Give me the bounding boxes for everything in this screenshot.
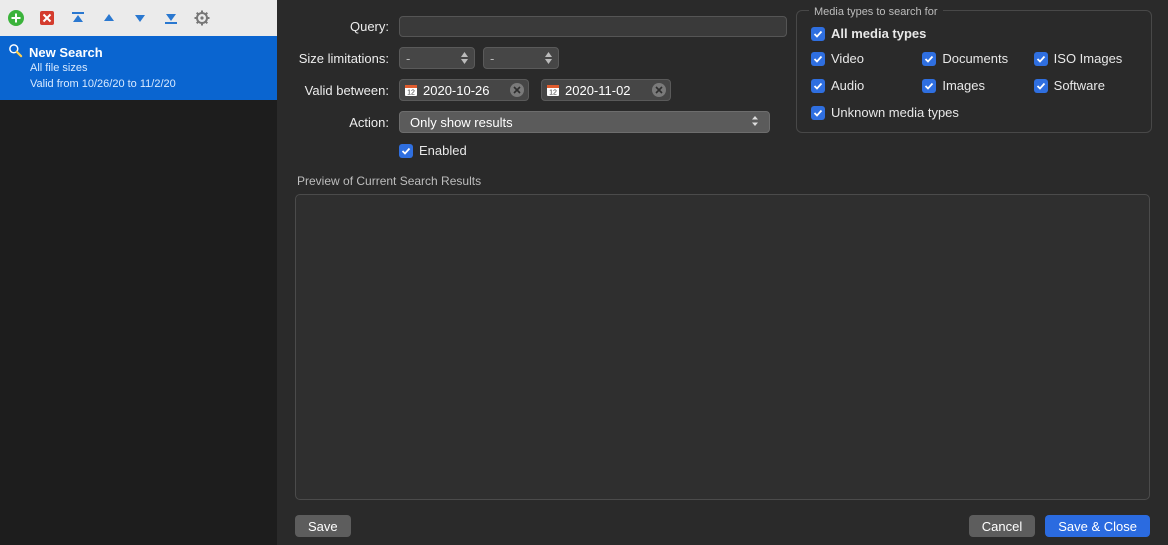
move-bottom-icon[interactable]: [161, 8, 181, 28]
footer: Save Cancel Save & Close: [277, 515, 1168, 537]
media-types-legend: Media types to search for: [809, 6, 943, 18]
svg-text:12: 12: [549, 90, 557, 97]
svg-text:12: 12: [407, 90, 415, 97]
sidebar-toolbar: [0, 0, 277, 36]
software-label: Software: [1054, 78, 1105, 93]
search-item-sub2: Valid from 10/26/20 to 11/2/20: [30, 77, 267, 93]
search-list-item[interactable]: New Search All file sizes Valid from 10/…: [0, 36, 277, 100]
media-types-box: Media types to search for All media type…: [796, 10, 1152, 133]
all-media-checkbox[interactable]: [811, 27, 825, 41]
all-media-label: All media types: [831, 26, 926, 41]
valid-between-label: Valid between:: [295, 83, 399, 98]
audio-label: Audio: [831, 78, 864, 93]
calendar-icon: 12: [404, 83, 418, 97]
sidebar: New Search All file sizes Valid from 10/…: [0, 0, 277, 545]
main-panel: Query: Size limitations: - - Valid betw: [277, 0, 1168, 545]
add-icon[interactable]: [6, 8, 26, 28]
search-item-sub1: All file sizes: [30, 61, 267, 77]
iso-label: ISO Images: [1054, 51, 1123, 66]
images-label: Images: [942, 78, 985, 93]
images-checkbox[interactable]: [922, 79, 936, 93]
action-selected-value: Only show results: [410, 115, 749, 130]
size-label: Size limitations:: [295, 51, 399, 66]
iso-checkbox[interactable]: [1034, 52, 1048, 66]
clear-date-icon[interactable]: [510, 83, 524, 97]
enabled-checkbox[interactable]: [399, 144, 413, 158]
date-from-value: 2020-10-26: [423, 83, 505, 98]
preview-area: [295, 194, 1150, 500]
move-up-icon[interactable]: [99, 8, 119, 28]
date-to-value: 2020-11-02: [565, 83, 647, 98]
gear-icon[interactable]: [192, 8, 212, 28]
save-close-button[interactable]: Save & Close: [1045, 515, 1150, 537]
save-button[interactable]: Save: [295, 515, 351, 537]
documents-label: Documents: [942, 51, 1008, 66]
cancel-button[interactable]: Cancel: [969, 515, 1035, 537]
size-min-stepper[interactable]: -: [399, 47, 475, 69]
audio-checkbox[interactable]: [811, 79, 825, 93]
magnifier-icon: [8, 43, 23, 61]
stepper-arrows-icon[interactable]: [460, 49, 474, 67]
unknown-label: Unknown media types: [831, 105, 959, 120]
size-max-stepper[interactable]: -: [483, 47, 559, 69]
video-checkbox[interactable]: [811, 52, 825, 66]
move-down-icon[interactable]: [130, 8, 150, 28]
enabled-label: Enabled: [419, 143, 467, 158]
documents-checkbox[interactable]: [922, 52, 936, 66]
clear-date-icon[interactable]: [652, 83, 666, 97]
search-item-title: New Search: [29, 45, 103, 60]
delete-icon[interactable]: [37, 8, 57, 28]
query-input[interactable]: [399, 16, 787, 37]
unknown-checkbox[interactable]: [811, 106, 825, 120]
date-to-field[interactable]: 12 2020-11-02: [541, 79, 671, 101]
action-select[interactable]: Only show results: [399, 111, 770, 133]
preview-label: Preview of Current Search Results: [297, 174, 1150, 188]
move-top-icon[interactable]: [68, 8, 88, 28]
calendar-icon: 12: [546, 83, 560, 97]
video-label: Video: [831, 51, 864, 66]
updown-chevron-icon: [749, 113, 763, 132]
query-label: Query:: [295, 19, 399, 34]
action-label: Action:: [295, 115, 399, 130]
software-checkbox[interactable]: [1034, 79, 1048, 93]
stepper-arrows-icon[interactable]: [544, 49, 558, 67]
date-from-field[interactable]: 12 2020-10-26: [399, 79, 529, 101]
